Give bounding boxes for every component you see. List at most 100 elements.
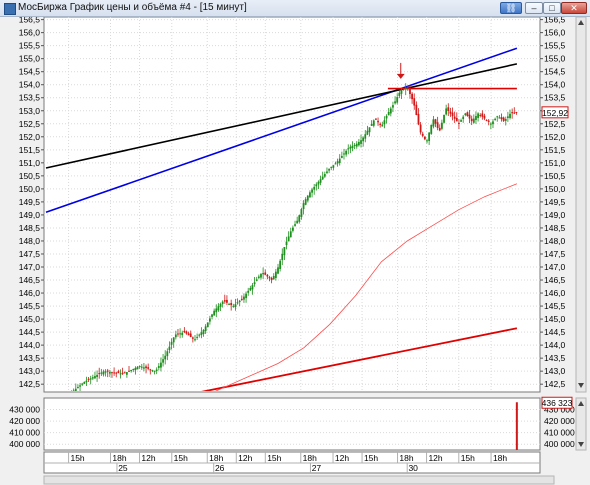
candle-body <box>191 337 194 339</box>
minimize-button[interactable]: – <box>525 2 543 14</box>
candle-body <box>349 146 352 149</box>
candle-body <box>226 299 228 303</box>
price-tick-label: 144,5 <box>19 327 41 337</box>
candle-body <box>423 136 426 140</box>
candle-body <box>306 195 309 201</box>
candle-body <box>296 220 299 224</box>
price-tick-label: 143,0 <box>19 366 41 376</box>
candle-body <box>221 301 224 304</box>
candle-body <box>345 150 348 155</box>
candle-body <box>179 333 181 335</box>
candle-body <box>151 370 154 372</box>
close-icon: ✕ <box>570 3 578 13</box>
volume-bars <box>515 402 518 450</box>
candle-body <box>436 122 439 128</box>
candle-body <box>315 184 318 187</box>
candle-body <box>94 376 96 379</box>
candle-body <box>181 332 184 336</box>
candle-body <box>155 369 158 372</box>
price-tick-label: 145,0 <box>544 314 566 324</box>
candle-body <box>513 112 516 114</box>
candle-body <box>455 117 458 122</box>
candle-body <box>204 326 207 332</box>
candle-body <box>426 140 428 142</box>
candle-body <box>428 132 431 141</box>
candle-body <box>77 387 79 389</box>
candle-body <box>368 127 371 133</box>
candle-body <box>289 231 292 238</box>
link-button[interactable]: ⛓ <box>500 2 522 14</box>
candle-body <box>406 86 409 89</box>
price-tick-label: 143,5 <box>544 353 566 363</box>
title-bar[interactable]: МосБиржа График цены и объёма #4 - [15 м… <box>0 0 590 17</box>
price-tick-label: 146,0 <box>544 288 566 298</box>
candle-body <box>281 253 284 261</box>
candle-body <box>504 118 507 121</box>
candle-body <box>464 113 467 116</box>
candle-body <box>313 186 316 190</box>
candle-body <box>236 302 239 304</box>
candle-body <box>245 293 247 299</box>
candle-body <box>223 300 226 302</box>
volume-axis-left: 430 000420 000 410 000400 000 <box>9 405 40 450</box>
hour-label: 18h <box>112 453 126 463</box>
candle-body <box>319 179 322 183</box>
candle-body <box>413 98 416 106</box>
hour-label: 15h <box>174 453 188 463</box>
candle-body <box>123 372 126 374</box>
candle-body <box>498 117 501 119</box>
candle-body <box>338 158 341 164</box>
candle-body <box>228 303 230 305</box>
price-scrollbar[interactable] <box>575 17 587 393</box>
candle-body <box>432 119 435 127</box>
candle-body <box>389 108 392 114</box>
candle-body <box>326 171 328 173</box>
price-tick-label: 143,5 <box>19 353 41 363</box>
candle-body <box>232 305 235 307</box>
candle-body <box>121 372 124 374</box>
day-label: 30 <box>408 463 418 473</box>
candle-body <box>125 372 128 375</box>
candle-body <box>177 333 179 335</box>
candle-body <box>330 166 333 168</box>
price-axis-left: 156,5 156,0 155,5 155,0 154,5 154,0 153,5 153,0… <box>19 17 41 389</box>
candle-body <box>162 359 164 363</box>
candle-body <box>287 236 290 242</box>
candle-body <box>472 118 475 123</box>
volume-panel <box>43 397 541 451</box>
last-price-label: 152,92 <box>541 106 569 119</box>
price-tick-label: 147,5 <box>544 249 566 259</box>
candle-body <box>79 385 81 387</box>
close-button[interactable]: ✕ <box>561 2 587 14</box>
price-tick-label: 147,0 <box>544 262 566 272</box>
price-tick-label: 155,0 <box>544 54 566 64</box>
candle-body <box>189 333 192 337</box>
candle-body <box>147 367 150 369</box>
horizontal-scrollbar[interactable] <box>43 475 555 485</box>
candle-body <box>479 114 482 116</box>
candle-body <box>168 346 171 351</box>
candle-body <box>492 121 494 125</box>
candle-body <box>132 368 135 371</box>
candle-body <box>81 383 84 385</box>
candle-body <box>447 107 450 112</box>
maximize-button[interactable]: □ <box>543 2 561 14</box>
candle-body <box>262 273 265 275</box>
volume-tick-label: 400 000 <box>9 439 40 449</box>
price-axis-right: 156,5156,0155,5155,0154,5154,0153,5153,0… <box>544 17 566 389</box>
candle-body <box>377 120 379 123</box>
candle-body <box>111 372 113 374</box>
candle-body <box>130 370 133 372</box>
hour-label: 12h <box>335 453 349 463</box>
candle-body <box>340 156 343 158</box>
volume-scrollbar[interactable] <box>575 397 587 451</box>
price-tick-label: 143,0 <box>544 366 566 376</box>
candle-body <box>234 304 237 308</box>
price-tick-label: 150,0 <box>544 184 566 194</box>
volume-tick-label: 420 000 <box>9 416 40 426</box>
price-panel <box>43 17 541 393</box>
candle-body <box>375 118 377 120</box>
last-volume-text: 436 323 <box>542 398 573 408</box>
hour-label: 15h <box>461 453 475 463</box>
candle-body <box>402 87 405 89</box>
